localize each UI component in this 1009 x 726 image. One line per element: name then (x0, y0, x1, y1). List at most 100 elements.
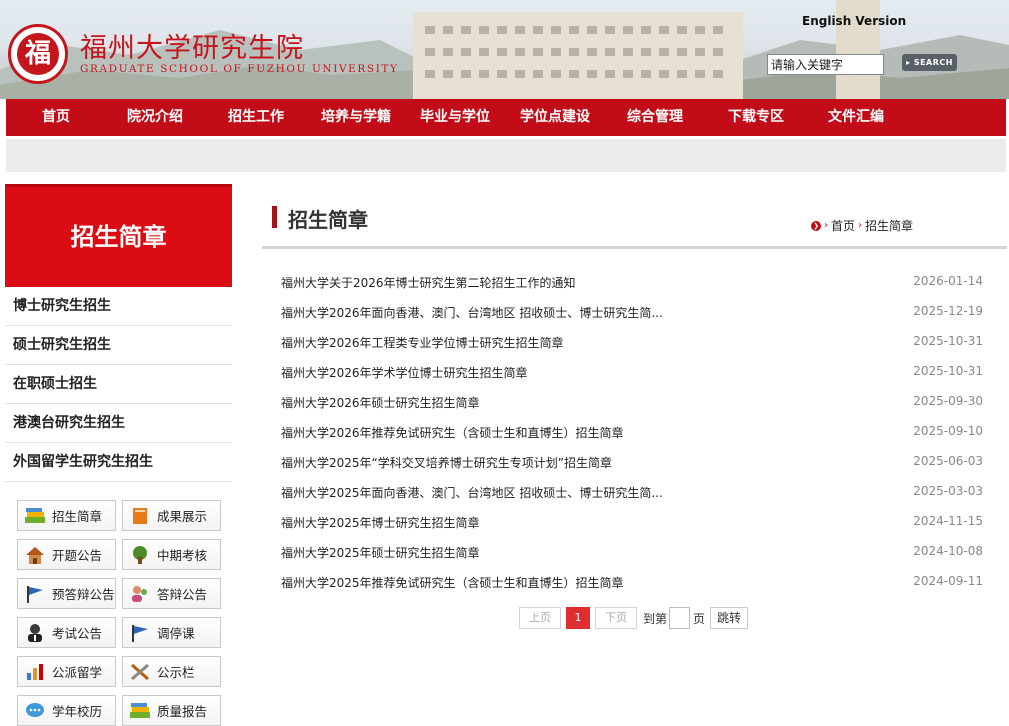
play-arrow-icon: ▸ (906, 58, 911, 67)
news-title[interactable]: 福州大学关于2026年博士研究生第二轮招生工作的通知 (281, 274, 576, 291)
quick-link-midterm-review[interactable]: 中期考核 (122, 539, 221, 570)
search-button[interactable]: ▸ SEARCH (902, 54, 957, 71)
page-1-button[interactable]: 1 (566, 607, 590, 629)
tools-icon (129, 662, 151, 682)
news-date: 2025-09-10 (913, 424, 983, 438)
news-item[interactable]: 福州大学关于2026年博士研究生第二轮招生工作的通知 2026-01-14 (281, 274, 983, 294)
quick-link-achievements[interactable]: 成果展示 (122, 500, 221, 531)
quick-link-bulletin[interactable]: 公示栏 (122, 656, 221, 687)
breadcrumb-current[interactable]: 招生简章 (865, 217, 913, 234)
news-date: 2025-09-30 (913, 394, 983, 408)
nav-item-training[interactable]: 培养与学籍 (321, 99, 391, 136)
news-date: 2025-03-03 (913, 484, 983, 498)
quick-link-label: 调停课 (157, 626, 195, 641)
quick-link-academic-calendar[interactable]: 学年校历 (17, 695, 116, 726)
nav-item-degree-programs[interactable]: 学位点建设 (520, 99, 590, 136)
news-date: 2024-11-15 (913, 514, 983, 528)
quick-link-quality-report[interactable]: 质量报告 (122, 695, 221, 726)
quick-link-label: 质量报告 (157, 704, 208, 719)
prev-page-button[interactable]: 上页 (519, 607, 561, 629)
tree-icon (129, 545, 151, 565)
quick-link-admissions-guide[interactable]: 招生简章 (17, 500, 116, 531)
news-title[interactable]: 福州大学2026年工程类专业学位博士研究生招生简章 (281, 334, 564, 351)
goto-prefix: 到第 (643, 612, 668, 626)
quick-link-class-suspension[interactable]: 调停课 (122, 617, 221, 648)
goto-suffix: 页 (693, 612, 706, 626)
news-title[interactable]: 福州大学2026年硕士研究生招生简章 (281, 394, 480, 411)
news-date: 2026-01-14 (913, 274, 983, 288)
breadcrumb-separator-icon: › (824, 220, 828, 231)
quick-link-study-abroad[interactable]: 公派留学 (17, 656, 116, 687)
search-input[interactable] (767, 54, 884, 75)
news-item[interactable]: 福州大学2025年“学科交叉培养博士研究生专项计划”招生简章 2025-06-03 (281, 454, 983, 474)
quick-link-label: 招生简章 (52, 509, 103, 524)
quick-link-label: 成果展示 (157, 509, 208, 524)
nav-item-documents[interactable]: 文件汇编 (828, 99, 884, 136)
news-item[interactable]: 福州大学2025年硕士研究生招生简章 2024-10-08 (281, 544, 983, 564)
nav-item-admissions[interactable]: 招生工作 (228, 99, 284, 136)
news-title[interactable]: 福州大学2026年学术学位博士研究生招生简章 (281, 364, 528, 381)
news-title[interactable]: 福州大学2025年面向香港、澳门、台湾地区 招收硕士、博士研究生简... (281, 484, 663, 501)
news-item[interactable]: 福州大学2025年博士研究生招生简章 2024-11-15 (281, 514, 983, 534)
breadcrumb-home[interactable]: 首页 (831, 217, 855, 234)
goto-page-button[interactable]: 跳转 (710, 607, 748, 629)
sidebar-title: 招生简章 (5, 184, 232, 287)
news-date: 2025-06-03 (913, 454, 983, 468)
title-accent-bar (272, 206, 277, 228)
sidebar-item-hk-macau-taiwan[interactable]: 港澳台研究生招生 (5, 404, 232, 443)
news-item[interactable]: 福州大学2025年推荐免试研究生（含硕士生和直博生）招生简章 2024-09-11 (281, 574, 983, 594)
news-title[interactable]: 福州大学2025年硕士研究生招生简章 (281, 544, 480, 561)
quick-link-exam-notice[interactable]: 考试公告 (17, 617, 116, 648)
news-date: 2024-09-11 (913, 574, 983, 588)
quick-link-label: 开题公告 (52, 548, 103, 563)
goto-page-input[interactable] (669, 607, 690, 629)
news-item[interactable]: 福州大学2026年硕士研究生招生简章 2025-09-30 (281, 394, 983, 414)
nav-item-management[interactable]: 综合管理 (627, 99, 683, 136)
building-illustration (413, 12, 743, 99)
university-seal-logo[interactable]: 福 (8, 24, 68, 84)
quick-link-proposal-notice[interactable]: 开题公告 (17, 539, 116, 570)
news-title[interactable]: 福州大学2025年推荐免试研究生（含硕士生和直博生）招生简章 (281, 574, 624, 591)
nav-item-downloads[interactable]: 下载专区 (728, 99, 784, 136)
news-date: 2025-10-31 (913, 364, 983, 378)
sidebar-item-masters[interactable]: 硕士研究生招生 (5, 326, 232, 365)
sidebar-item-phd[interactable]: 博士研究生招生 (5, 287, 232, 326)
nav-item-home[interactable]: 首页 (42, 99, 70, 136)
news-title[interactable]: 福州大学2026年面向香港、澳门、台湾地区 招收硕士、博士研究生简... (281, 304, 663, 321)
news-item[interactable]: 福州大学2026年学术学位博士研究生招生简章 2025-10-31 (281, 364, 983, 384)
news-item[interactable]: 福州大学2026年面向香港、澳门、台湾地区 招收硕士、博士研究生简... 2025… (281, 304, 983, 324)
news-title[interactable]: 福州大学2025年“学科交叉培养博士研究生专项计划”招生简章 (281, 454, 612, 471)
main-nav: 首页 院况介绍 招生工作 培养与学籍 毕业与学位 学位点建设 综合管理 下载专区… (6, 99, 1006, 136)
quick-link-pre-defense-notice[interactable]: 预答辩公告 (17, 578, 116, 609)
news-item[interactable]: 福州大学2025年面向香港、澳门、台湾地区 招收硕士、博士研究生简... 2025… (281, 484, 983, 504)
bar-chart-icon (24, 662, 46, 682)
news-item[interactable]: 福州大学2026年推荐免试研究生（含硕士生和直博生）招生简章 2025-09-10 (281, 424, 983, 444)
flag-icon (129, 623, 151, 643)
seal-char: 福 (17, 33, 59, 75)
news-date: 2025-10-31 (913, 334, 983, 348)
quick-link-label: 公派留学 (52, 665, 103, 680)
sub-nav-bar (6, 139, 1006, 172)
title-divider (262, 246, 1007, 249)
logo-title-cn[interactable]: 福州大学研究生院 (80, 26, 304, 65)
nav-item-graduation[interactable]: 毕业与学位 (420, 99, 490, 136)
sidebar-item-part-time-masters[interactable]: 在职硕士招生 (5, 365, 232, 404)
english-version-link[interactable]: English Version (802, 14, 906, 28)
news-date: 2024-10-08 (913, 544, 983, 558)
quick-link-label: 学年校历 (52, 704, 103, 719)
news-title[interactable]: 福州大学2025年博士研究生招生简章 (281, 514, 480, 531)
next-page-button[interactable]: 下页 (595, 607, 637, 629)
quick-link-defense-notice[interactable]: 答辩公告 (122, 578, 221, 609)
breadcrumb: ❯ › 首页 › 招生简章 (811, 217, 913, 234)
sidebar-item-international[interactable]: 外国留学生研究生招生 (5, 443, 232, 482)
books-icon (24, 506, 46, 526)
breadcrumb-arrow-icon: ❯ (811, 220, 821, 231)
person-icon (24, 623, 46, 643)
house-icon (24, 545, 46, 565)
flag-icon (24, 584, 46, 604)
quick-link-label: 答辩公告 (157, 587, 208, 602)
people-icon (129, 584, 151, 604)
news-title[interactable]: 福州大学2026年推荐免试研究生（含硕士生和直博生）招生简章 (281, 424, 624, 441)
nav-item-about[interactable]: 院况介绍 (127, 99, 183, 136)
news-item[interactable]: 福州大学2026年工程类专业学位博士研究生招生简章 2025-10-31 (281, 334, 983, 354)
